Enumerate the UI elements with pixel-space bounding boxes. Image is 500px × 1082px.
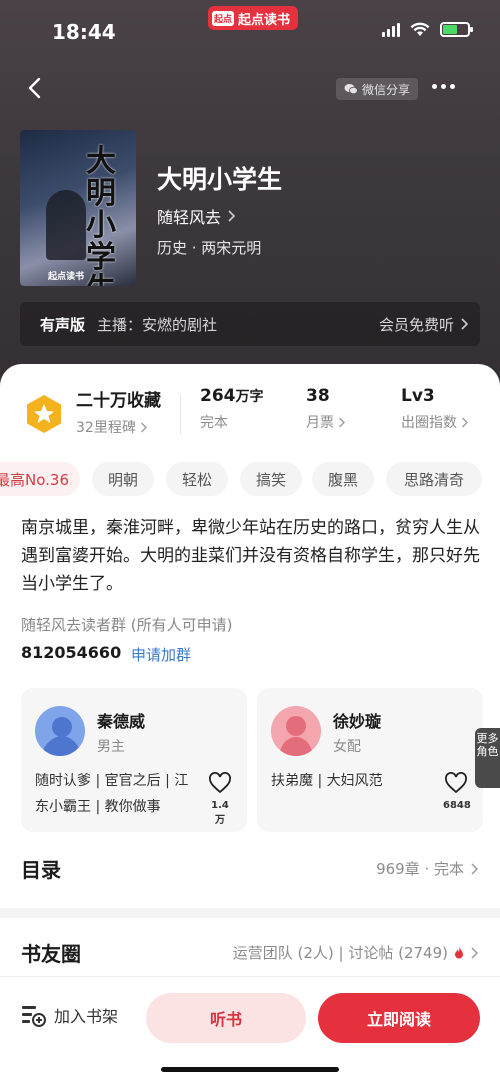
tag-item[interactable]: 明朝 [92,462,154,496]
signal-icon [382,22,400,37]
add-shelf-icon [22,1006,46,1027]
book-cover[interactable]: 大明小学生 起点读书 [20,130,136,286]
add-to-shelf-button[interactable]: 加入书架 [20,1003,118,1027]
add-to-shelf-label: 加入书架 [54,1007,119,1026]
read-now-button[interactable]: 立即阅读 [318,993,480,1043]
chevron-right-icon [228,210,236,222]
character-role: 女配 [333,739,361,755]
listen-button[interactable]: 听书 [146,993,306,1043]
avatar [35,706,85,756]
chevron-right-icon [462,417,468,427]
chevron-right-icon [471,946,478,959]
cover-title: 大明小学生 [86,144,116,287]
audio-narrator: 主播：安燃的剧社 [97,315,218,334]
character-card[interactable]: 徐妙璇 女配 扶弟魔 | 大妇风范 6848 [257,688,483,832]
stat-collections-value: 二十万收藏 [76,391,161,411]
character-list: 秦德威 男主 随时认爹 | 宦官之后 | 江东小霸王 | 教你做事 1.4万 徐… [0,688,500,834]
reader-circle-summary: 运营团队 (2人) | 讨论帖 (2749) [232,944,448,962]
home-indicator [161,1067,339,1072]
toc-title: 目录 [21,858,61,882]
toc-summary: 969章 · 完本 [376,860,464,878]
more-options-icon[interactable] [432,84,455,89]
reader-circle-title: 书友圈 [21,942,81,966]
chevron-right-icon [471,862,478,875]
wechat-share-button[interactable]: 微信分享 [336,78,419,100]
join-group-link[interactable]: 申请加群 [131,644,191,665]
status-time: 18:44 [52,20,116,44]
book-detail-sheet: 二十万收藏 32里程碑 264万字 完本 38 月票 Lv3 出圈指数 最高No… [0,364,500,1082]
audio-free-link[interactable]: 会员免费听 [379,314,468,335]
stat-word-count-label: 完本 [200,415,228,431]
character-like-count: 6848 [443,800,471,811]
table-of-contents-row[interactable]: 目录 969章 · 完本 [0,854,500,894]
reader-group-id: 812054660 [21,643,122,662]
wifi-icon [410,22,430,36]
character-like-button[interactable]: 6848 [443,772,471,811]
stat-word-count-value: 264 [200,386,236,406]
tag-item[interactable]: 搞笑 [240,462,302,496]
character-like-count: 1.4万 [211,800,229,826]
chevron-right-icon [140,422,147,432]
bottom-action-bar: 加入书架 听书 立即阅读 [0,976,500,1082]
section-divider [0,908,500,918]
stat-influence-label: 出圈指数 [401,415,457,431]
character-name: 秦德威 [97,712,146,731]
avatar [271,706,321,756]
app-name-pill: 起点 起点读书 [208,6,299,30]
tag-item[interactable]: 腹黑 [312,462,374,496]
tag-row: 最高No.36 明朝 轻松 搞笑 腹黑 思路清奇 [0,462,500,498]
share-label: 微信分享 [362,82,411,97]
chevron-right-icon [339,417,345,427]
book-genre: 历史 · 两宋元明 [157,239,262,257]
character-card[interactable]: 秦德威 男主 随时认爹 | 宦官之后 | 江东小霸王 | 教你做事 1.4万 [21,688,247,832]
flame-icon [455,947,463,959]
more-characters-button[interactable]: 更多角色 [475,728,500,788]
tag-item[interactable]: 轻松 [166,462,228,496]
cover-figure [46,190,86,260]
app-logo: 起点 [212,10,235,26]
stat-influence[interactable]: Lv3 出圈指数 [401,386,468,432]
audio-tag: 有声版 [40,315,86,334]
stats-row: 二十万收藏 32里程碑 264万字 完本 38 月票 Lv3 出圈指数 [0,386,500,442]
character-like-button[interactable]: 1.4万 [207,772,233,826]
stat-monthly-tickets-label: 月票 [306,415,334,431]
battery-icon [440,22,473,37]
heart-icon [209,772,231,794]
back-icon[interactable] [24,76,48,100]
heart-icon [445,772,467,794]
stat-word-count: 264万字 完本 [200,386,264,432]
status-icons [382,22,473,37]
stat-collections-label: 32里程碑 [76,420,136,436]
stat-monthly-tickets[interactable]: 38 月票 [306,386,345,432]
book-title: 大明小学生 [157,165,283,194]
stat-collections[interactable]: 二十万收藏 32里程碑 [76,386,161,437]
reader-circle-row[interactable]: 书友圈 运营团队 (2人) | 讨论帖 (2749) [0,938,500,978]
author-link[interactable]: 随轻风去 [157,204,236,228]
collection-badge-icon [27,395,61,433]
stat-influence-value: Lv3 [401,386,435,406]
character-tags: 扶弟魔 | 大妇风范 [271,773,383,789]
stats-divider [180,394,181,434]
audio-version-bar[interactable]: 有声版 主播：安燃的剧社 会员免费听 [20,302,480,346]
app-name: 起点读书 [238,12,291,28]
cover-brand: 起点读书 [48,272,85,282]
audio-free-label: 会员免费听 [378,315,454,334]
chevron-right-icon [461,318,468,330]
stat-monthly-tickets-value: 38 [306,386,330,406]
character-name: 徐妙璇 [333,712,382,731]
tag-item[interactable]: 思路清奇 [386,462,482,496]
reader-group-name: 随轻风去读者群 (所有人可申请) [21,616,233,634]
character-tags: 随时认爹 | 宦官之后 | 江东小霸王 | 教你做事 [35,773,189,815]
book-header: 18:44 起点 起点读书 微信分享 大明小学生 起点读书 大明小学生 随轻风去… [0,0,500,400]
author-name: 随轻风去 [157,208,222,227]
character-role: 男主 [97,739,125,755]
wechat-icon [344,84,358,95]
stat-word-count-unit: 万字 [235,389,264,405]
book-description[interactable]: 南京城里，秦淮河畔，卑微少年站在历史的路口，贫穷人生从遇到富婆开始。大明的韭菜们… [21,514,483,598]
tag-rank[interactable]: 最高No.36 [0,462,80,496]
